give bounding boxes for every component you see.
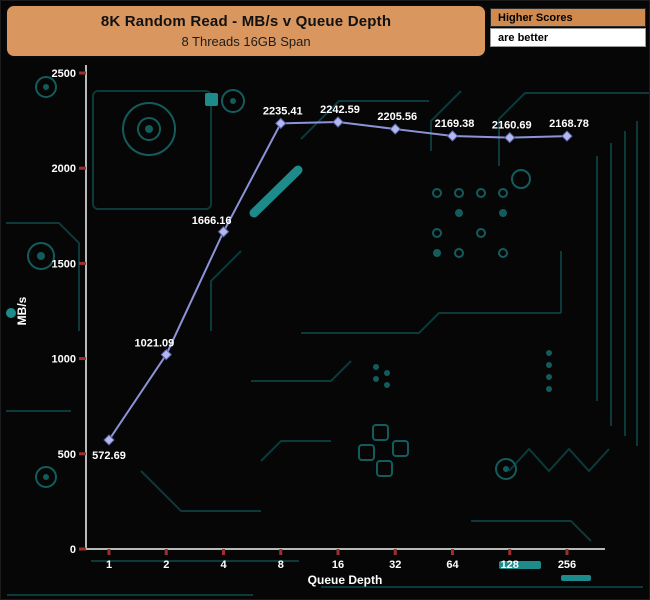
x-axis-title: Queue Depth bbox=[308, 573, 383, 587]
data-point-label: 2235.41 bbox=[263, 105, 303, 117]
data-point-label: 572.69 bbox=[92, 450, 126, 462]
are-better-label: are better bbox=[490, 28, 646, 47]
higher-scores-label: Higher Scores bbox=[490, 8, 646, 27]
data-point-marker bbox=[333, 117, 343, 127]
data-point-marker bbox=[276, 118, 286, 128]
chart-page: 0 500 1000 1500 2000 2500 1 2 4 8 16 32 64 128 256 Queu… bbox=[0, 0, 650, 600]
data-point-marker bbox=[219, 227, 229, 237]
higher-scores-badge: Higher Scores are better bbox=[490, 8, 646, 47]
y-tick-label: 2500 bbox=[52, 68, 76, 80]
line-chart: 0 500 1000 1500 2000 2500 1 2 4 8 16 32 64 128 256 Queu… bbox=[1, 1, 650, 600]
data-point-label: 2168.78 bbox=[549, 118, 589, 130]
x-tick-label: 2 bbox=[163, 559, 169, 571]
data-point-marker bbox=[390, 124, 400, 134]
chart-title-box: 8K Random Read - MB/s v Queue Depth 8 Th… bbox=[5, 4, 487, 58]
x-tick-label: 32 bbox=[389, 559, 401, 571]
data-point-label: 2160.69 bbox=[492, 120, 532, 132]
data-point-marker bbox=[505, 133, 515, 143]
x-tick-label: 4 bbox=[220, 559, 227, 571]
data-point-label: 1666.16 bbox=[192, 215, 232, 227]
x-tick-label: 256 bbox=[558, 559, 576, 571]
y-tick-label: 1500 bbox=[52, 258, 76, 270]
data-point-label: 1021.09 bbox=[134, 338, 174, 350]
data-point-marker bbox=[448, 131, 458, 141]
x-tick-label: 1 bbox=[106, 559, 112, 571]
x-tick-label: 128 bbox=[501, 559, 519, 571]
y-axis-title: MB/s bbox=[15, 296, 29, 325]
x-tick-label: 8 bbox=[278, 559, 284, 571]
x-tick-label: 16 bbox=[332, 559, 344, 571]
series-line bbox=[109, 122, 567, 440]
y-tick-label: 500 bbox=[58, 449, 76, 461]
y-tick-label: 0 bbox=[70, 544, 76, 556]
y-tick-label: 1000 bbox=[52, 354, 76, 366]
data-point-label: 2242.59 bbox=[320, 104, 360, 116]
chart-subtitle: 8 Threads 16GB Span bbox=[7, 34, 485, 49]
chart-title: 8K Random Read - MB/s v Queue Depth bbox=[7, 13, 485, 30]
x-tick-label: 64 bbox=[446, 559, 459, 571]
data-point-label: 2169.38 bbox=[435, 118, 475, 130]
y-tick-label: 2000 bbox=[52, 163, 76, 175]
data-point-label: 2205.56 bbox=[377, 111, 417, 123]
data-point-marker bbox=[562, 131, 572, 141]
